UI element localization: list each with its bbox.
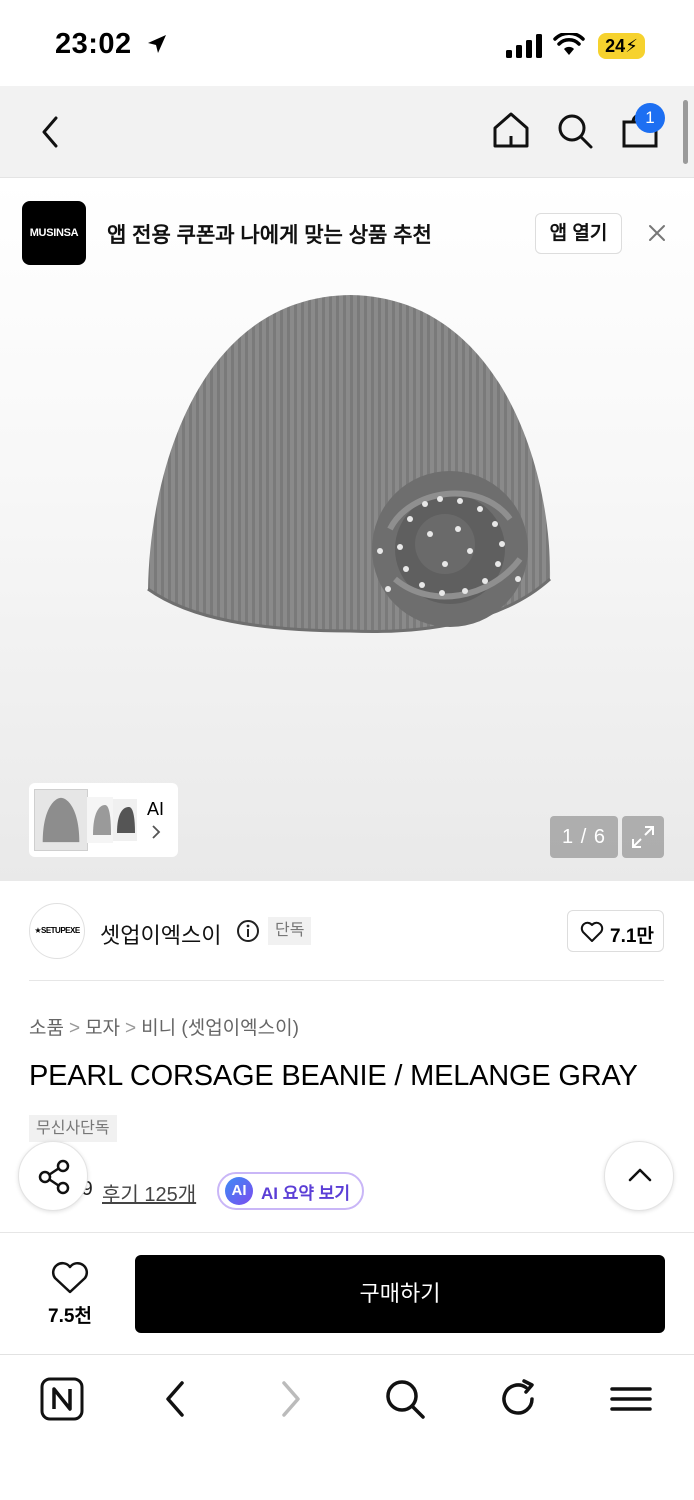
brand-like-count: 7.1만: [610, 926, 654, 947]
brand-like-button[interactable]: 7.1만: [567, 910, 664, 952]
buy-button[interactable]: 구매하기: [135, 1255, 665, 1333]
top-navigation-bar: 1: [0, 86, 694, 178]
thumbnail-image: [34, 789, 88, 851]
brand-name[interactable]: 셋업이엑스이: [100, 918, 221, 950]
refresh-icon[interactable]: [496, 1377, 540, 1426]
purchase-bar: 7.5천 구매하기: [0, 1232, 694, 1354]
wifi-icon: [553, 31, 585, 62]
brand-logo[interactable]: ★SETUPEXE: [29, 903, 85, 959]
info-icon[interactable]: [236, 919, 260, 948]
browser-toolbar: [0, 1354, 694, 1500]
pearl-corsage: [372, 471, 528, 627]
image-page-indicator: 1 / 6: [550, 816, 618, 858]
brand-row: ★SETUPEXE 셋업이엑스이 단독 7.1만: [0, 881, 694, 981]
scroll-indicator[interactable]: [683, 100, 688, 164]
product-image-gallery[interactable]: MUSINSA 앱 전용 쿠폰과 나에게 맞는 상품 추천 앱 열기 AI 1 …: [0, 179, 694, 881]
battery-indicator: 24⚡: [598, 33, 645, 59]
cart-count-badge: 1: [635, 103, 665, 133]
expand-icon[interactable]: [622, 816, 664, 858]
review-count-link[interactable]: 후기 125개: [102, 1178, 196, 1207]
exclusive-badge: 단독: [268, 917, 312, 945]
ai-badge-icon: AI: [225, 1177, 253, 1205]
naver-n-icon[interactable]: [40, 1377, 84, 1426]
share-icon: [38, 1159, 70, 1195]
breadcrumb-separator: >: [125, 1018, 137, 1039]
share-button[interactable]: [18, 1141, 88, 1211]
wishlist-count: 7.5천: [48, 1306, 92, 1327]
cellular-signal-icon: [506, 34, 544, 63]
home-icon[interactable]: [491, 110, 531, 155]
scroll-to-top-button[interactable]: [604, 1141, 674, 1211]
heart-icon: [580, 921, 604, 942]
ai-label: AI: [147, 799, 165, 819]
app-banner-text: 앱 전용 쿠폰과 나에게 맞는 상품 추천: [107, 224, 432, 247]
breadcrumb-separator: >: [68, 1018, 81, 1039]
musinsa-logo: MUSINSA: [22, 201, 86, 265]
back-arrow-icon[interactable]: [36, 112, 64, 157]
search-icon[interactable]: [556, 112, 594, 155]
wishlist-button[interactable]: 7.5천: [30, 1257, 110, 1337]
rating-row: 4.9 후기 125개 AI AI 요약 보기: [29, 1172, 429, 1210]
thumbnail-image: [87, 797, 137, 843]
app-promo-banner: MUSINSA 앱 전용 쿠폰과 나에게 맞는 상품 추천 앱 열기: [22, 201, 672, 265]
close-icon[interactable]: [647, 223, 667, 248]
chevron-right-icon: [151, 824, 161, 845]
status-time: 23:02: [55, 28, 132, 60]
location-arrow-icon: [146, 33, 168, 60]
chevron-up-icon: [628, 1168, 652, 1182]
heart-icon: [52, 1262, 88, 1294]
open-app-button[interactable]: 앱 열기: [535, 213, 622, 254]
breadcrumb-item[interactable]: 모자: [85, 1018, 120, 1039]
browser-forward-icon[interactable]: [276, 1377, 306, 1426]
product-title: PEARL CORSAGE BEANIE / MELANGE GRAY: [29, 1060, 638, 1092]
breadcrumb-item[interactable]: 소품: [29, 1018, 64, 1039]
exclusive-tag: 무신사단독: [29, 1115, 117, 1142]
ai-summary-label: AI 요약 보기: [261, 1183, 351, 1203]
browser-back-icon[interactable]: [160, 1377, 190, 1426]
thumbnail-strip[interactable]: AI: [29, 783, 178, 857]
browser-search-icon[interactable]: [383, 1377, 427, 1426]
menu-icon[interactable]: [610, 1377, 652, 1426]
divider: [29, 980, 664, 981]
status-bar: 23:02 24⚡: [0, 0, 694, 86]
breadcrumb: 소품 > 모자 > 비니 (셋업이엑스이): [29, 1013, 299, 1040]
product-image-beanie: [147, 295, 552, 633]
ai-summary-button[interactable]: AI AI 요약 보기: [217, 1172, 365, 1210]
breadcrumb-item[interactable]: 비니 (셋업이엑스이): [141, 1018, 299, 1039]
